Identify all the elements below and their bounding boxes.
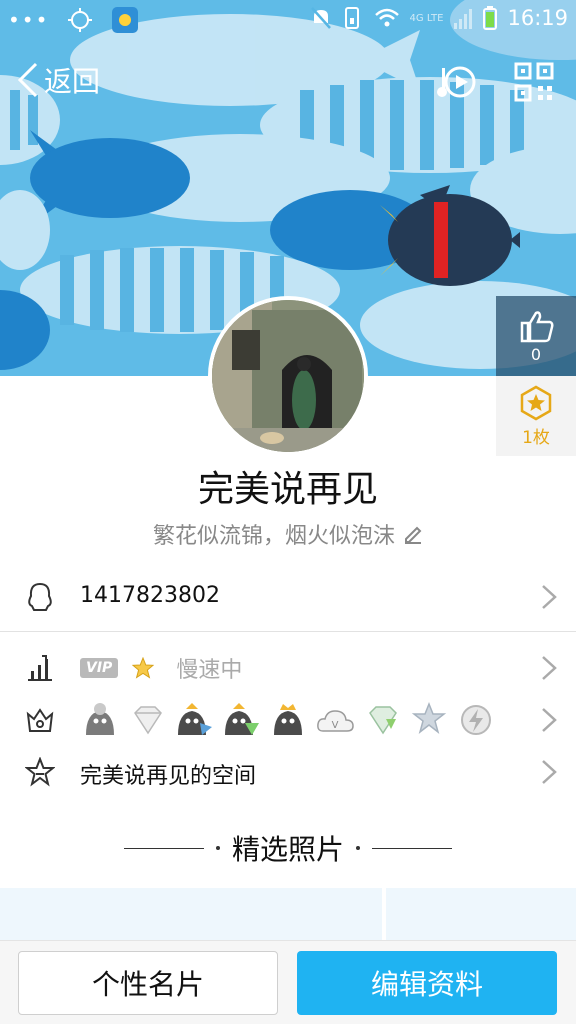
title-line-left	[123, 847, 204, 849]
thumbs-up-icon	[520, 310, 554, 342]
avatar-photo	[212, 300, 364, 452]
mute-icon	[310, 7, 331, 29]
photo-thumbnail[interactable]	[386, 888, 576, 940]
back-label: 返回	[44, 65, 101, 98]
space-row[interactable]: 完美说再见的空间	[0, 752, 576, 792]
star-outline-icon	[24, 756, 56, 788]
title-dot-right	[356, 846, 360, 850]
star-badge-icon	[520, 385, 552, 420]
status-bar: ••• 4G LTE 16:19	[0, 0, 576, 40]
qq-number-row[interactable]: 1417823802	[0, 577, 576, 617]
signature[interactable]: 繁花似流锦，烟火似泡沫	[0, 518, 576, 550]
signal-icon	[454, 9, 473, 29]
nickname: 完美说再见	[197, 469, 378, 510]
navigation-bar: 返回	[0, 56, 576, 108]
vip-speed-status: 慢速中	[176, 658, 243, 683]
location-icon	[68, 8, 93, 32]
vip-status-group: VIP 慢速中	[80, 652, 242, 684]
star-icon	[132, 657, 155, 679]
vip-row[interactable]: VIP 慢速中	[0, 648, 576, 688]
wifi-icon	[374, 8, 399, 27]
music-icon[interactable]	[436, 60, 480, 104]
menu-dots-icon: •••	[8, 8, 50, 32]
battery-icon	[483, 6, 498, 30]
svg-text:V: V	[332, 720, 339, 731]
penguin-green-icon	[221, 701, 262, 739]
green-diamond-icon	[362, 701, 403, 739]
photos-section-title: 精选照片	[0, 828, 576, 868]
space-label: 完美说再见的空间	[80, 764, 257, 789]
penguin-outline-icon	[24, 581, 56, 613]
title-dot-left	[215, 846, 220, 850]
level-chart-icon	[24, 652, 56, 684]
level-icons-strip: V	[80, 700, 497, 740]
badge-button[interactable]: 1枚	[496, 376, 576, 456]
divider	[0, 631, 576, 632]
chevron-right-icon	[542, 656, 557, 680]
weather-icon	[112, 7, 139, 33]
badge-count: 1枚	[522, 427, 550, 448]
lightning-icon	[456, 701, 497, 739]
title-line-right	[372, 847, 452, 849]
photos-title: 精选照片	[231, 833, 344, 866]
back-button[interactable]: 返回	[16, 56, 100, 104]
chevron-right-icon	[542, 708, 557, 732]
moon-icon	[80, 701, 121, 739]
penguin-blue-icon	[174, 701, 215, 739]
cloud-vip-icon: V	[315, 701, 356, 739]
star-icon	[409, 701, 450, 739]
chevron-left-icon	[17, 62, 38, 98]
chevron-right-icon	[542, 585, 557, 609]
network-label: 4G LTE	[409, 12, 444, 24]
like-count: 0	[530, 344, 542, 364]
avatar[interactable]	[208, 296, 368, 456]
clock: 16:19	[507, 6, 568, 30]
qr-code-icon[interactable]	[512, 60, 556, 104]
edit-pencil-icon	[405, 526, 422, 544]
vibrate-icon	[344, 7, 359, 29]
crown-icon	[24, 704, 56, 736]
photo-thumbnail[interactable]	[0, 888, 382, 940]
signature-text: 繁花似流锦，烟火似泡沫	[152, 524, 395, 549]
edit-profile-button[interactable]: 编辑资料	[297, 951, 557, 1015]
qq-number: 1417823802	[80, 583, 220, 608]
crown-penguin-icon	[268, 701, 309, 739]
diamond-icon	[127, 701, 168, 739]
vip-tag: VIP	[80, 658, 119, 678]
bottom-action-bar: 个性名片 编辑资料	[0, 940, 576, 1024]
chevron-right-icon	[542, 760, 557, 784]
like-button[interactable]: 0	[496, 296, 576, 376]
personal-card-button[interactable]: 个性名片	[18, 951, 278, 1015]
